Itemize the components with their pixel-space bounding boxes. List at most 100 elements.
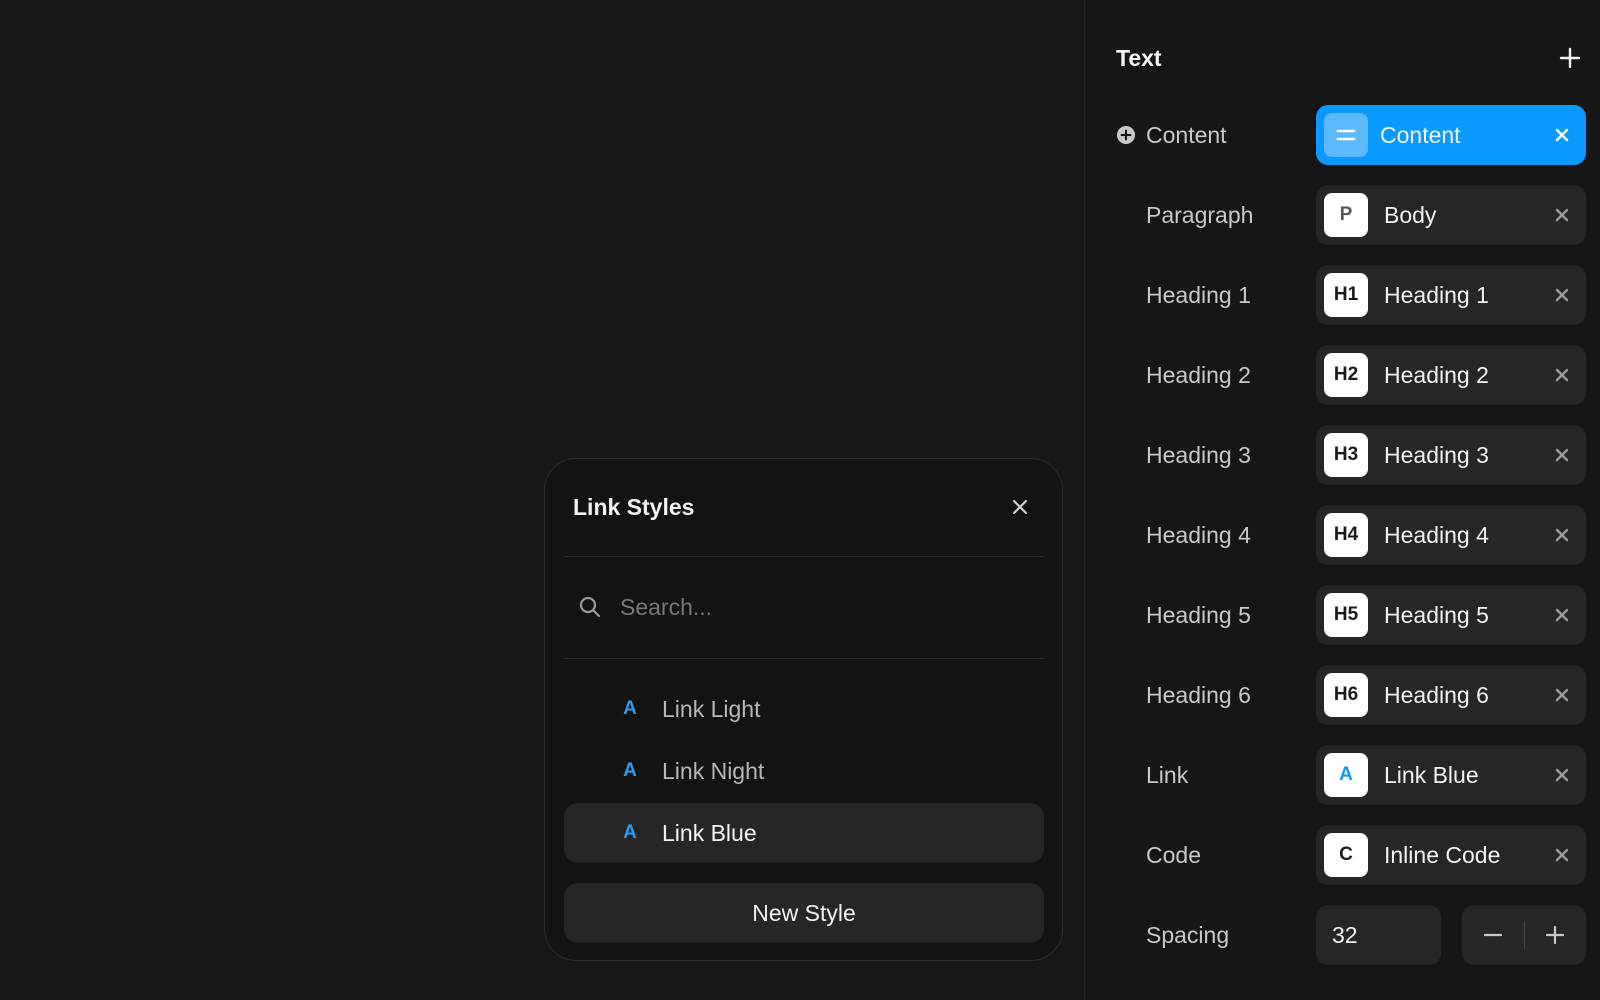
row-label: Heading 1 (1146, 281, 1251, 308)
plus-icon (1546, 925, 1565, 945)
plus-icon (1559, 47, 1581, 69)
list-item-label: Link Blue (662, 819, 757, 846)
remove-heading-2-style-button[interactable] (1548, 361, 1576, 389)
link-styles-popover: Link Styles A Link Light A Link Night A … (544, 458, 1063, 961)
list-item-link-night[interactable]: A Link Night (564, 741, 1044, 801)
row-label: Code (1146, 841, 1201, 868)
close-icon (1555, 368, 1569, 382)
heading-badge: H4 (1324, 513, 1368, 557)
equal-icon (1324, 113, 1368, 157)
remove-heading-4-style-button[interactable] (1548, 521, 1576, 549)
row-heading-1: Heading 1 H1 Heading 1 (1116, 265, 1586, 325)
close-icon (1555, 528, 1569, 542)
paragraph-badge: P (1324, 193, 1368, 237)
row-heading-3: Heading 3 H3 Heading 3 (1116, 425, 1586, 485)
increment-button[interactable] (1524, 905, 1586, 965)
close-icon (1012, 499, 1028, 515)
chip-label: Heading 1 (1384, 281, 1489, 308)
heading-badge: H5 (1324, 593, 1368, 637)
heading-4-style-chip[interactable]: H4 Heading 4 (1316, 505, 1586, 565)
spacing-input[interactable]: 32 (1316, 905, 1441, 965)
search-bar (564, 557, 1044, 657)
close-icon (1555, 608, 1569, 622)
heading-3-style-chip[interactable]: H3 Heading 3 (1316, 425, 1586, 485)
row-label: Heading 6 (1146, 681, 1251, 708)
remove-heading-3-style-button[interactable] (1548, 441, 1576, 469)
popover-title: Link Styles (573, 493, 695, 520)
close-icon (1555, 128, 1569, 142)
chip-label: Heading 2 (1384, 361, 1489, 388)
row-label: Heading 2 (1146, 361, 1251, 388)
row-spacing: Spacing 32 (1116, 905, 1586, 965)
link-style-icon: A (623, 698, 637, 719)
plus-circle-icon[interactable] (1116, 125, 1136, 145)
content-style-chip[interactable]: Content (1316, 105, 1586, 165)
new-style-button[interactable]: New Style (564, 883, 1044, 943)
remove-heading-5-style-button[interactable] (1548, 601, 1576, 629)
close-icon (1555, 448, 1569, 462)
close-icon (1555, 768, 1569, 782)
row-label: Heading 3 (1146, 441, 1251, 468)
search-input[interactable] (620, 593, 1020, 621)
chip-label: Content (1380, 121, 1461, 148)
chip-label: Heading 5 (1384, 601, 1489, 628)
list-item-link-blue[interactable]: A Link Blue (564, 803, 1044, 863)
close-icon (1555, 688, 1569, 702)
panel-header: Text (1116, 38, 1586, 78)
heading-badge: H2 (1324, 353, 1368, 397)
row-heading-4: Heading 4 H4 Heading 4 (1116, 505, 1586, 565)
row-label: Heading 4 (1146, 521, 1251, 548)
heading-5-style-chip[interactable]: H5 Heading 5 (1316, 585, 1586, 645)
row-heading-2: Heading 2 H2 Heading 2 (1116, 345, 1586, 405)
row-heading-6: Heading 6 H6 Heading 6 (1116, 665, 1586, 725)
row-label: Link (1146, 761, 1189, 788)
code-style-chip[interactable]: C Inline Code (1316, 825, 1586, 885)
chip-label: Inline Code (1384, 841, 1501, 868)
heading-2-style-chip[interactable]: H2 Heading 2 (1316, 345, 1586, 405)
remove-heading-6-style-button[interactable] (1548, 681, 1576, 709)
remove-heading-1-style-button[interactable] (1548, 281, 1576, 309)
code-badge: C (1324, 833, 1368, 877)
row-content: Content Content (1116, 105, 1586, 165)
close-icon (1555, 848, 1569, 862)
link-badge: A (1324, 753, 1368, 797)
close-icon (1555, 208, 1569, 222)
remove-link-style-button[interactable] (1548, 761, 1576, 789)
link-style-icon: A (623, 760, 637, 781)
remove-code-style-button[interactable] (1548, 841, 1576, 869)
row-link: Link A Link Blue (1116, 745, 1586, 805)
close-icon (1555, 288, 1569, 302)
list-item-link-light[interactable]: A Link Light (564, 679, 1044, 739)
remove-paragraph-style-button[interactable] (1548, 201, 1576, 229)
link-style-chip[interactable]: A Link Blue (1316, 745, 1586, 805)
row-heading-5: Heading 5 H5 Heading 5 (1116, 585, 1586, 645)
chip-label: Link Blue (1384, 761, 1479, 788)
chip-label: Heading 6 (1384, 681, 1489, 708)
row-label: Paragraph (1146, 201, 1254, 228)
row-label: Content (1146, 121, 1227, 148)
panel-title: Text (1116, 44, 1162, 71)
divider (564, 658, 1044, 659)
chip-label: Heading 4 (1384, 521, 1489, 548)
minus-icon (1483, 933, 1502, 937)
heading-badge: H1 (1324, 273, 1368, 317)
decrement-button[interactable] (1462, 905, 1524, 965)
remove-content-style-button[interactable] (1548, 121, 1576, 149)
paragraph-style-chip[interactable]: P Body (1316, 185, 1586, 245)
chip-label: Body (1384, 201, 1437, 228)
row-paragraph: Paragraph P Body (1116, 185, 1586, 245)
text-styles-panel: Text Content Content Paragraph P Body He… (1084, 0, 1600, 1000)
row-label: Spacing (1146, 921, 1230, 948)
list-item-label: Link Light (662, 695, 761, 722)
list-item-label: Link Night (662, 757, 765, 784)
heading-badge: H3 (1324, 433, 1368, 477)
close-popover-button[interactable] (1004, 491, 1036, 523)
row-code: Code C Inline Code (1116, 825, 1586, 885)
link-style-icon: A (623, 822, 637, 843)
spacing-stepper (1462, 905, 1586, 965)
heading-1-style-chip[interactable]: H1 Heading 1 (1316, 265, 1586, 325)
heading-6-style-chip[interactable]: H6 Heading 6 (1316, 665, 1586, 725)
popover-header: Link Styles (573, 487, 1036, 527)
search-icon (579, 596, 601, 618)
add-text-style-button[interactable] (1554, 42, 1586, 74)
